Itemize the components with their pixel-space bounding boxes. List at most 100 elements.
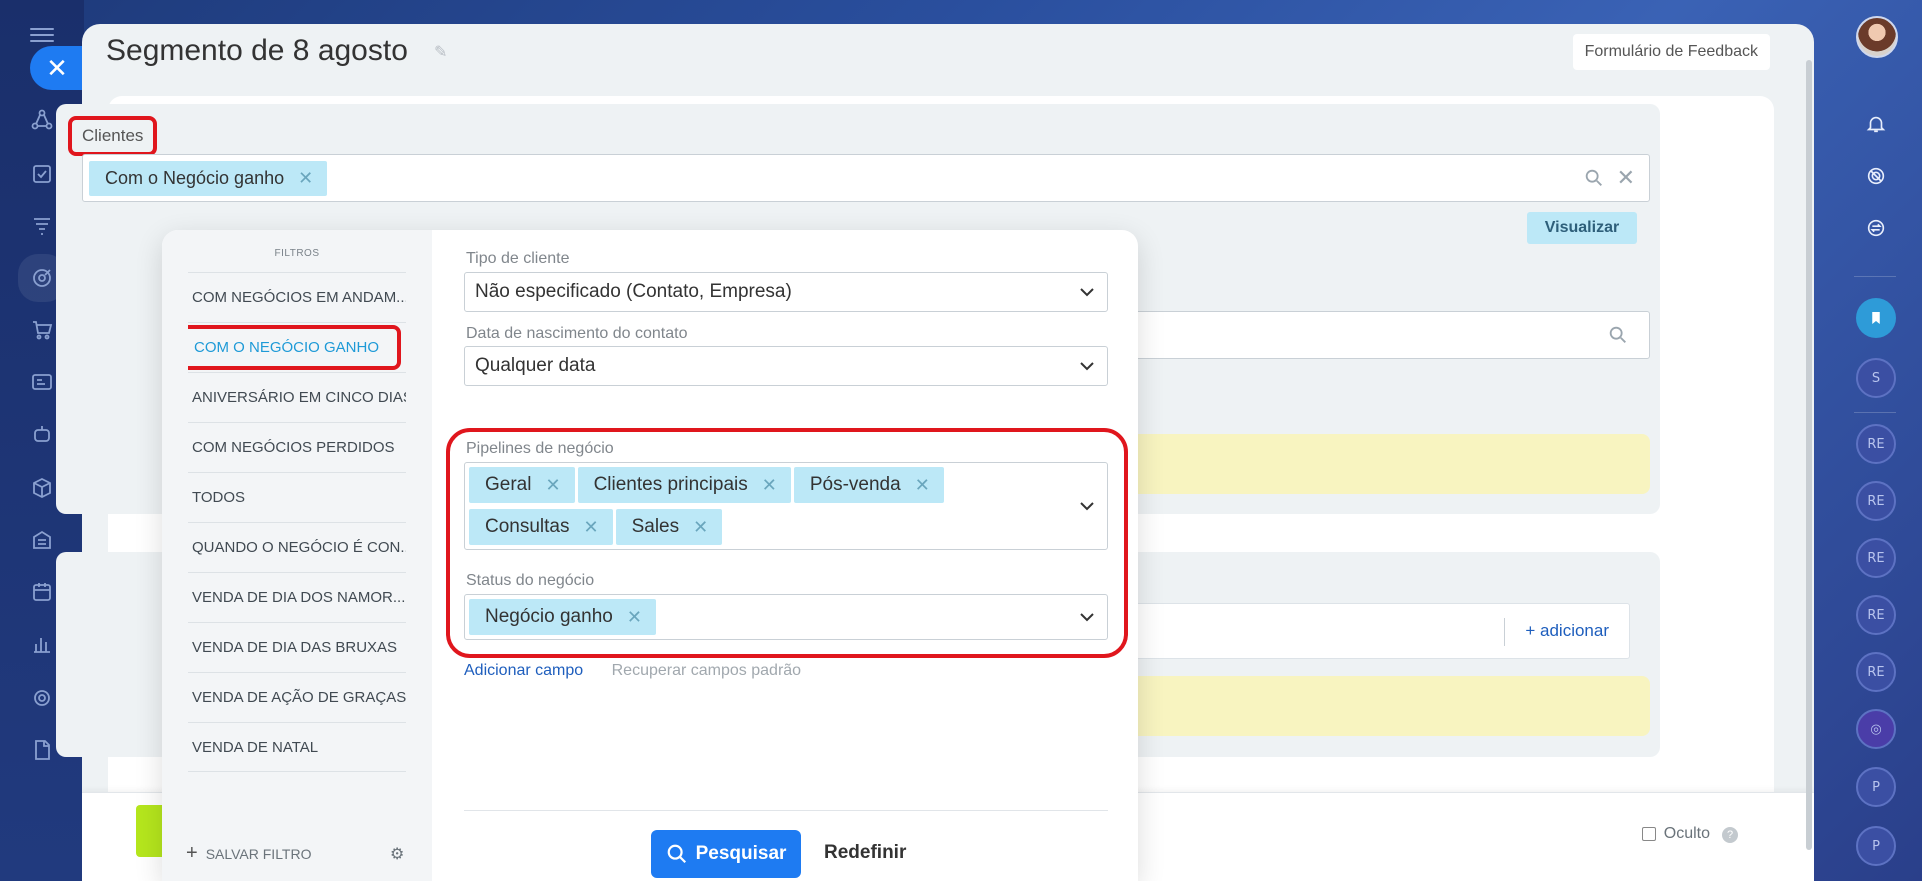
bookmark-icon[interactable] [1856,298,1896,338]
birthdate-label: Data de nascimento do contato [466,325,688,342]
sync-icon[interactable] [1858,210,1894,246]
tag-label: Consultas [485,516,570,537]
chat-avatar-p[interactable]: P [1856,767,1896,807]
save-filter-label: SALVAR FILTRO [205,845,312,862]
remove-tag-icon[interactable]: ✕ [298,168,313,189]
section-label-clientes: Clientes [68,116,158,156]
chat-avatar-re[interactable]: RE [1856,481,1896,521]
filter-item-label: TODOS [192,489,246,506]
calendar-icon[interactable] [26,576,58,608]
box-icon[interactable] [26,472,58,504]
support-icon[interactable] [1858,158,1894,194]
filter-item-label: VENDA DE AÇÃO DE GRAÇAS [192,689,406,706]
pipeline-tag[interactable]: Clientes principais ✕ [577,467,791,503]
clear-filter-icon[interactable]: ✕ [1617,165,1635,191]
field-links: Adicionar campo Recuperar campos padrão [464,662,801,680]
filter-item[interactable]: ANIVERSÁRIO EM CINCO DIAS [188,372,406,422]
restore-default-fields-link[interactable]: Recuperar campos padrão [612,662,801,679]
robot-icon[interactable] [26,418,58,450]
hidden-checkbox[interactable] [1641,827,1656,841]
remove-tag-icon[interactable]: ✕ [915,475,930,496]
hidden-label: Oculto [1663,825,1710,842]
hidden-toggle[interactable]: Oculto [1641,825,1710,843]
filter-item[interactable]: VENDA DE AÇÃO DE GRAÇAS [188,672,406,722]
remove-tag-icon[interactable]: ✕ [627,607,642,628]
filter-item-label: ANIVERSÁRIO EM CINCO DIAS [192,389,406,406]
remove-tag-icon[interactable]: ✕ [584,517,599,538]
chevron-down-icon [1080,288,1094,297]
search-button[interactable]: Pesquisar [651,830,801,878]
filter-item[interactable]: TODOS [188,472,406,522]
tag-label: Pós-venda [809,474,901,495]
remove-tag-icon[interactable]: ✕ [762,475,777,496]
bell-icon[interactable] [1858,106,1894,142]
tasks-icon[interactable] [26,158,58,190]
search-button-label: Pesquisar [695,843,787,864]
search-icon[interactable] [1583,167,1605,189]
filter-item[interactable]: COM NEGÓCIOS PERDIDOS [188,422,406,472]
menu-icon[interactable] [30,24,54,48]
pipelines-tags: Geral ✕ Clientes principais ✕ Pós-venda ✕ Cons… [469,467,1029,551]
background-search-field[interactable] [1050,311,1650,359]
filter-item[interactable]: VENDA DE DIA DAS BRUXAS [188,622,406,672]
client-type-label: Tipo de cliente [466,250,570,267]
pipeline-tag[interactable]: Geral ✕ [469,467,575,503]
filter-list: COM NEGÓCIOS EM ANDAM... COM O NEGÓCIO G… [188,272,406,772]
chat-avatar-s[interactable]: S [1856,358,1896,398]
info-box [1050,434,1650,494]
chat-avatar-re[interactable]: RE [1856,538,1896,578]
analytics-icon[interactable] [26,628,58,660]
filter-search-input[interactable]: Com o Negócio ganho ✕ ✕ [82,154,1650,202]
pipelines-multiselect[interactable]: Geral ✕ Clientes principais ✕ Pós-venda ✕ Cons… [464,462,1108,550]
tag-label: Negócio ganho [485,606,613,627]
deal-status-multiselect[interactable]: Negócio ganho ✕ [464,594,1108,640]
chat-avatar-re[interactable]: RE [1856,424,1896,464]
filter-item[interactable]: COM NEGÓCIOS EM ANDAM... [188,272,406,322]
scrollbar[interactable] [1806,60,1812,850]
chat-avatar-re[interactable]: RE [1856,652,1896,692]
gear-icon[interactable]: ⚙ [390,844,404,864]
building-icon[interactable] [26,524,58,556]
reset-button[interactable]: Redefinir [824,842,906,864]
save-filter-button[interactable]: + SALVAR FILTRO [186,842,312,865]
contact-card-icon[interactable] [26,366,58,398]
birthdate-value: Qualquer data [475,355,596,376]
active-filter-tag[interactable]: Com o Negócio ganho ✕ [89,161,328,196]
remove-tag-icon[interactable]: ✕ [545,475,560,496]
chat-avatar-icon[interactable]: ◎ [1856,709,1896,749]
plus-icon: + [186,842,198,864]
filter-item[interactable]: QUANDO O NEGÓCIO É CON... [188,522,406,572]
pipeline-tag[interactable]: Pós-venda ✕ [793,467,944,503]
edit-title-icon[interactable]: ✎ [434,42,447,62]
chat-avatar-p[interactable]: P [1856,826,1896,866]
filter-item[interactable]: VENDA DE DIA DOS NAMOR... [188,572,406,622]
filter-item-active[interactable]: COM O NEGÓCIO GANHO [188,322,406,372]
add-link[interactable]: + adicionar [1525,621,1609,641]
chat-avatar-re[interactable]: RE [1856,595,1896,635]
client-type-select[interactable]: Não especificado (Contato, Empresa) [464,272,1108,312]
filter-item[interactable]: VENDA DE NATAL [188,722,406,772]
chevron-down-icon [1080,362,1094,371]
user-avatar[interactable] [1856,16,1898,58]
add-field-link[interactable]: Adicionar campo [464,662,583,679]
filter-item-label: VENDA DE DIA DOS NAMOR... [192,589,406,606]
pipeline-tag[interactable]: Consultas ✕ [469,509,613,545]
filter-item-label: COM O NEGÓCIO GANHO [188,325,402,370]
visualize-button[interactable]: Visualizar [1527,212,1637,244]
deal-status-label: Status do negócio [466,572,595,589]
settings-icon[interactable] [26,682,58,714]
page-title: Segmento de 8 agosto [106,34,408,67]
remove-tag-icon[interactable]: ✕ [693,517,708,538]
close-slider-button[interactable]: ✕ [30,46,84,90]
cart-icon[interactable] [26,314,58,346]
pipeline-tag[interactable]: Sales ✕ [615,509,723,545]
status-tag[interactable]: Negócio ganho ✕ [469,599,656,635]
funnel-icon[interactable] [26,210,58,242]
feedback-form-button[interactable]: Formulário de Feedback [1572,34,1770,70]
activity-stream-icon[interactable] [26,104,58,136]
birthdate-select[interactable]: Qualquer data [464,346,1108,386]
divider [464,810,1108,811]
right-rail-divider [1854,412,1896,413]
help-icon[interactable]: ? [1722,827,1738,843]
document-icon[interactable] [26,734,58,766]
